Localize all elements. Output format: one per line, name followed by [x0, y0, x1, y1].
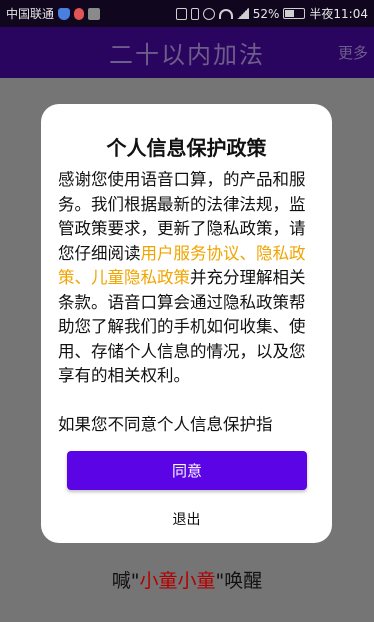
dialog-paragraph: 感谢您使用语音口算，的产品和服务。我们根据最新的法律法规，监管政策要求，更新了隐… — [58, 168, 316, 389]
dialog-title: 个人信息保护政策 — [106, 136, 267, 160]
wifi-icon — [218, 8, 233, 19]
wake-prefix: 喊" — [111, 570, 140, 592]
battery-level-fill — [285, 10, 294, 17]
app-title: 二十以内加法 — [109, 41, 265, 69]
privacy-dialog: 个人信息保护政策 感谢您使用语音口算，的产品和服务。我们根据最新的法律法规，监管… — [41, 104, 332, 543]
vibrate-icon — [190, 7, 199, 20]
alarm-icon — [202, 7, 215, 20]
dialog-body[interactable]: 感谢您使用语音口算，的产品和服务。我们根据最新的法律法规，监管政策要求，更新了隐… — [58, 168, 316, 448]
link-separator: 、 — [239, 243, 257, 263]
status-bar-right: 52% 半夜11:04 — [175, 5, 368, 22]
app-bar: 二十以内加法 更多 — [0, 27, 374, 78]
battery-icon — [283, 8, 306, 19]
exit-button[interactable]: 退出 — [41, 509, 332, 529]
signal-icon — [236, 8, 249, 19]
link-separator: 、 — [74, 268, 92, 287]
carrier-label: 中国联通 — [6, 7, 55, 21]
wake-hint: 喊"小童小童"唤醒 — [0, 566, 374, 593]
mic-icon — [74, 7, 85, 20]
status-bar-left: 中国联通 — [6, 5, 101, 22]
wake-word: 小童小童 — [139, 570, 216, 592]
child-privacy-policy-link[interactable]: 儿童隐私政策 — [91, 268, 190, 287]
wake-suffix: "唤醒 — [215, 570, 263, 592]
status-bar: 中国联通 52% 半夜11:04 — [0, 0, 374, 27]
battery-percent: 52% — [252, 6, 280, 21]
clock: 半夜11:04 — [309, 7, 368, 21]
nfc-icon — [175, 7, 187, 20]
user-agreement-link[interactable]: 用户服务协议 — [141, 244, 240, 263]
shield-icon — [58, 7, 71, 20]
agree-button[interactable]: 同意 — [67, 451, 307, 490]
more-button[interactable]: 更多 — [338, 42, 368, 63]
image-icon — [88, 7, 101, 20]
dialog-paragraph-2: 如果您不同意个人信息保护指 — [58, 414, 273, 434]
